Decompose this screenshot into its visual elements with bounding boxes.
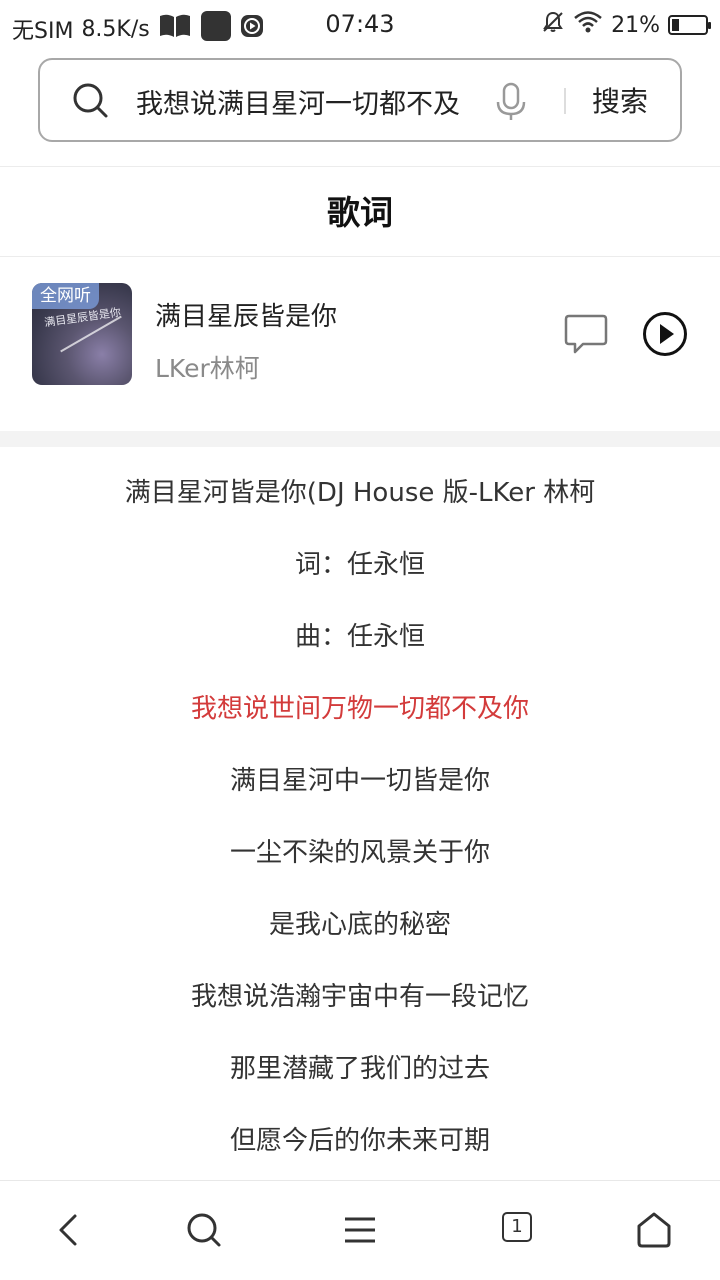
lyric-line: 曲：任永恒 (294, 622, 425, 652)
search-divider (564, 88, 566, 114)
home-icon[interactable] (632, 1208, 676, 1252)
section-title: 歌词 (327, 193, 393, 232)
song-artist[interactable]: LKer林柯 (155, 349, 260, 385)
battery-icon (668, 15, 711, 35)
bottom-nav-divider (0, 1180, 720, 1181)
browser-page: 无SIM 8.5K/s 07:43 21% 我想说满目星河一切都不及 搜索 歌词… (0, 0, 720, 1280)
battery-fill (672, 19, 679, 31)
wifi-icon (573, 10, 603, 40)
play-icon[interactable] (642, 311, 688, 357)
album-badge: 全网听 (32, 283, 99, 309)
lyric-line: 满目星河中一切皆是你 (229, 766, 490, 796)
search-icon (72, 82, 110, 120)
lyric-line: 满目星河皆是你(DJ House 版-LKer 林柯 (124, 478, 596, 508)
status-right: 21% (541, 10, 711, 40)
microphone-icon[interactable] (494, 82, 528, 122)
battery-percent: 21% (611, 12, 660, 38)
lyric-line: 是我心底的秘密 (268, 910, 451, 940)
bell-off-icon (541, 10, 565, 40)
search-button[interactable]: 搜索 (592, 80, 648, 120)
section-gap (0, 431, 720, 447)
search-nav-icon[interactable] (182, 1208, 226, 1252)
lyric-line: 那里潜藏了我们的过去 (229, 1054, 490, 1084)
comment-icon[interactable] (563, 311, 609, 357)
status-bar: 无SIM 8.5K/s 07:43 21% (0, 0, 720, 50)
lyric-line: 一尘不染的风景关于你 (229, 838, 490, 868)
lyric-line: 但愿今后的你未来可期 (229, 1126, 490, 1156)
section-divider (0, 256, 720, 257)
search-input[interactable] (134, 78, 474, 124)
search-bar: 搜索 (38, 58, 682, 142)
lyric-line: 词：任永恒 (294, 550, 425, 580)
album-cover[interactable]: 满目星辰皆是你 全网听 (32, 283, 132, 385)
song-title[interactable]: 满目星辰皆是你 (155, 296, 337, 333)
menu-icon[interactable] (338, 1208, 382, 1252)
lyric-line: 我想说浩瀚宇宙中有一段记忆 (190, 982, 529, 1012)
lyric-line-active: 我想说世间万物一切都不及你 (190, 694, 529, 724)
back-icon[interactable] (48, 1208, 92, 1252)
header-divider (0, 166, 720, 167)
tabs-icon[interactable]: 1 (502, 1212, 532, 1242)
